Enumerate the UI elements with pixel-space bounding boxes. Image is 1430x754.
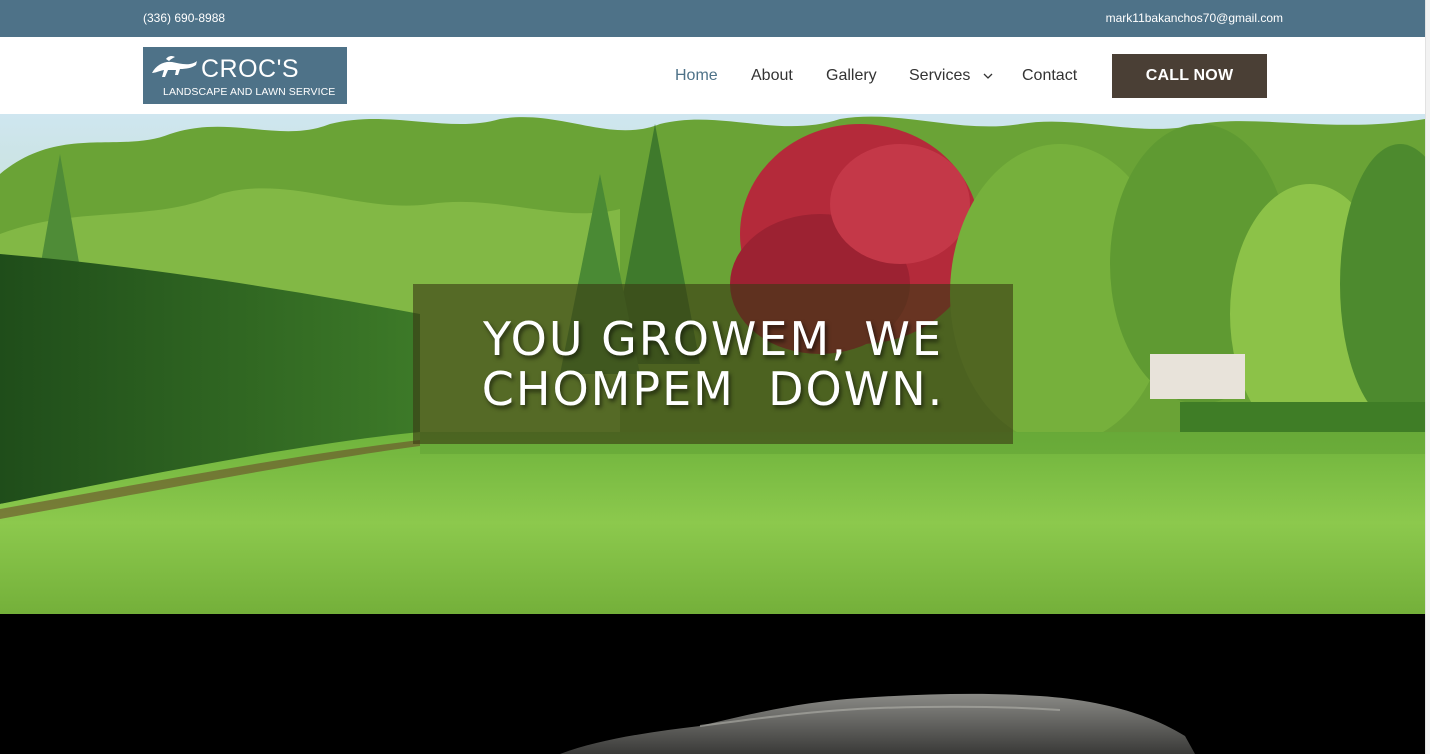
- hero-headline-line2: CHOMPEM DOWN.: [481, 362, 945, 416]
- crocodile-photo: [560, 693, 1195, 754]
- hero-banner: YOU GROWEM, WE CHOMPEM DOWN.: [0, 114, 1425, 614]
- call-now-button[interactable]: CALL NOW: [1112, 54, 1267, 98]
- nav-item-services-label: Services: [909, 67, 971, 84]
- site-header: CROC'S LANDSCAPE AND LAWN SERVICE Home A…: [0, 37, 1425, 114]
- chevron-down-icon: [983, 67, 993, 85]
- crocodile-section: [0, 614, 1425, 754]
- main-nav: Home About Gallery Services Contact CALL…: [0, 37, 1425, 114]
- nav-item-contact[interactable]: Contact: [1022, 67, 1077, 85]
- nav-item-about[interactable]: About: [751, 67, 793, 85]
- nav-item-services[interactable]: Services: [909, 67, 993, 85]
- hero-headline: YOU GROWEM, WE CHOMPEM DOWN.: [413, 314, 1013, 414]
- nav-item-gallery[interactable]: Gallery: [826, 67, 877, 85]
- page: (336) 690-8988 mark11bakanchos70@gmail.c…: [0, 0, 1430, 754]
- email-link[interactable]: mark11bakanchos70@gmail.com: [1106, 11, 1283, 25]
- nav-item-home[interactable]: Home: [675, 67, 718, 85]
- phone-link[interactable]: (336) 690-8988: [143, 11, 225, 25]
- top-contact-bar: (336) 690-8988 mark11bakanchos70@gmail.c…: [0, 0, 1425, 37]
- page-scrollbar[interactable]: [1425, 0, 1430, 754]
- hero-headline-line1: YOU GROWEM, WE: [483, 312, 943, 366]
